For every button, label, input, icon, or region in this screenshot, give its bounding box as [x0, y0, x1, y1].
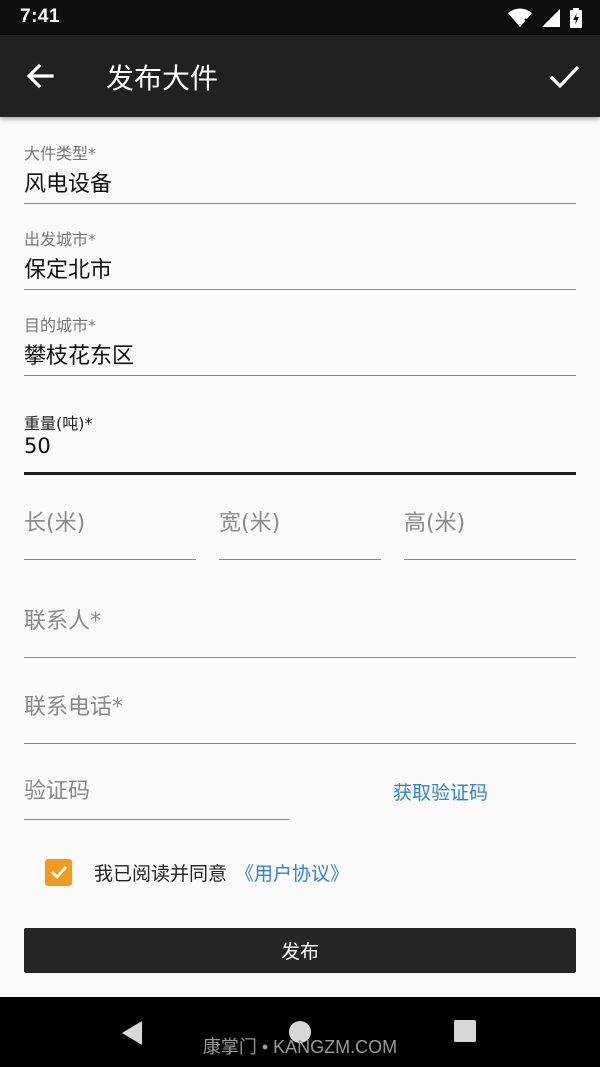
weight-underline [24, 472, 576, 475]
from-city-field[interactable]: 出发城市* 保定北市 [24, 226, 576, 292]
watermark: 康掌门 • KANGZM.COM [202, 1037, 398, 1057]
phone-input[interactable]: 联系电话* [24, 689, 576, 721]
back-button[interactable] [22, 58, 58, 94]
status-time: 7:41 [20, 6, 61, 27]
length-field[interactable]: 长(米) [24, 505, 196, 563]
to-city-value: 攀枝花东区 [24, 344, 135, 369]
height-input[interactable]: 高(米) [404, 505, 576, 537]
to-city-underline [24, 375, 576, 376]
page-title: 发布大件 [106, 62, 219, 95]
from-city-label: 出发城市* [24, 230, 97, 249]
cargo-type-field[interactable]: 大件类型* 风电设备 [24, 140, 576, 206]
width-field[interactable]: 宽(米) [219, 505, 381, 563]
width-underline [219, 559, 381, 560]
from-city-underline [24, 289, 576, 290]
user-agreement-link[interactable]: 《用户协议》 [235, 859, 349, 886]
phone-underline [24, 743, 576, 744]
cargo-type-label: 大件类型* [24, 144, 97, 163]
to-city-label: 目的城市* [24, 316, 97, 335]
wifi-icon [508, 8, 532, 32]
agreement-row: 我已阅读并同意 《用户协议》 [45, 858, 349, 886]
length-input[interactable]: 长(米) [24, 505, 196, 537]
agree-checkbox[interactable] [45, 858, 72, 886]
publish-button[interactable]: 发布 [24, 928, 576, 973]
app-bar: 发布大件 [0, 35, 600, 117]
confirm-button[interactable] [546, 58, 582, 94]
weight-input[interactable]: 50 [24, 434, 576, 458]
height-field[interactable]: 高(米) [404, 505, 576, 563]
publish-button-label: 发布 [280, 941, 319, 963]
check-icon [549, 65, 580, 89]
status-bar: 7:41 [0, 0, 600, 35]
battery-icon [570, 8, 582, 32]
cargo-type-underline [24, 203, 576, 204]
code-input[interactable]: 验证码 [24, 773, 289, 805]
weight-label: 重量(吨)* [24, 414, 93, 433]
code-field[interactable]: 验证码 [24, 773, 289, 823]
signal-icon [542, 9, 560, 31]
agree-text: 我已阅读并同意 [94, 862, 228, 885]
get-code-button[interactable]: 获取验证码 [393, 778, 488, 805]
to-city-field[interactable]: 目的城市* 攀枝花东区 [24, 312, 576, 378]
arrow-left-icon [26, 63, 54, 89]
contact-field[interactable]: 联系人* [24, 603, 576, 661]
contact-input[interactable]: 联系人* [24, 603, 576, 635]
from-city-value: 保定北市 [24, 258, 113, 283]
check-icon [50, 866, 67, 880]
weight-field[interactable]: 重量(吨)* 50 [24, 410, 576, 476]
status-icons [508, 8, 582, 32]
height-underline [404, 559, 576, 560]
cargo-type-value: 风电设备 [24, 172, 113, 197]
width-input[interactable]: 宽(米) [219, 505, 381, 537]
contact-underline [24, 657, 576, 658]
code-underline [24, 819, 289, 820]
length-underline [24, 559, 196, 560]
phone-field[interactable]: 联系电话* [24, 689, 576, 747]
